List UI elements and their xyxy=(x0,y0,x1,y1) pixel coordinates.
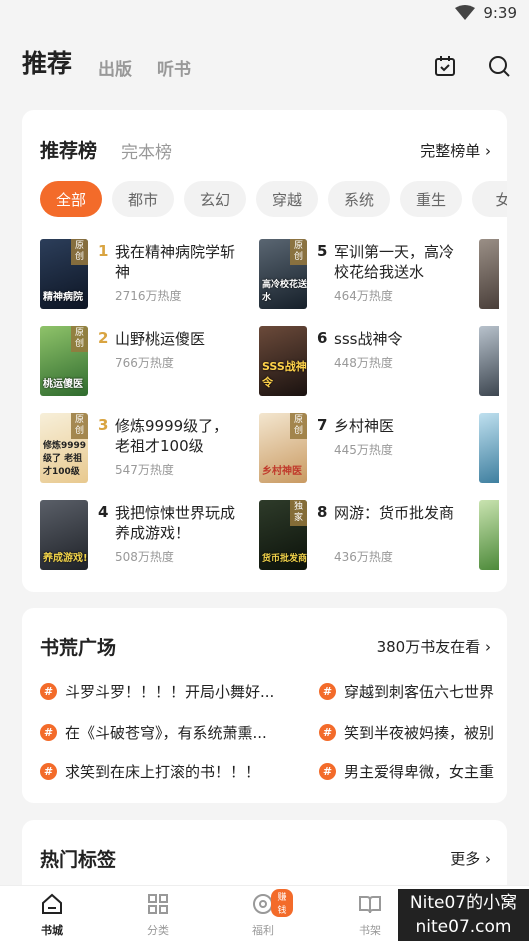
grid-icon xyxy=(148,894,168,914)
chip-all[interactable]: 全部 xyxy=(40,181,102,217)
nav-welfare[interactable]: 赚钱 福利 xyxy=(233,889,293,938)
book-item[interactable]: 原创 精神病院 1 我在精神病院学斩神 2716万热度 xyxy=(40,239,250,311)
book-cover: 原创 精神病院 xyxy=(40,239,88,309)
chevron-right-icon: › xyxy=(485,638,491,656)
full-ranking-link[interactable]: 完整榜单 › xyxy=(420,140,491,161)
book-cover: SSS战神令 xyxy=(259,326,307,396)
topic-item[interactable]: # 在《斗破苍穹》，有系统萧熏... xyxy=(40,721,280,743)
book-title: 我把惊悚世界玩成养成游戏！ xyxy=(115,504,236,542)
book-title: sss战神令 xyxy=(334,330,403,348)
chip-city[interactable]: 都市 xyxy=(112,181,174,217)
book-item[interactable]: 原创 桃运傻医 2 山野桃运傻医 766万热度 xyxy=(40,326,250,398)
hashtag-icon: # xyxy=(40,762,57,780)
book-cover-peek[interactable] xyxy=(479,413,499,483)
book-heat: 448万热度 xyxy=(334,356,393,370)
book-title: 我在精神病院学斩神 xyxy=(115,243,236,281)
rank-number: 7 xyxy=(317,416,328,434)
book-title: 军训第一天，高冷校花给我送水 xyxy=(334,243,455,281)
chip-female[interactable]: 女 xyxy=(472,181,507,217)
chip-rebirth[interactable]: 重生 xyxy=(400,181,462,217)
book-cover: 独家 货币批发商 xyxy=(259,500,307,570)
book-title: 山野桃运傻医 xyxy=(115,330,206,348)
book-heat: 766万热度 xyxy=(115,356,174,370)
book-cover: 原创 乡村神医 xyxy=(259,413,307,483)
book-heat: 547万热度 xyxy=(115,463,174,477)
square-more-link[interactable]: 380万书友在看 › xyxy=(377,636,491,657)
rank-number: 5 xyxy=(317,242,328,260)
rank-number: 3 xyxy=(98,416,109,434)
rank-number: 6 xyxy=(317,329,328,347)
book-title: 乡村神医 xyxy=(334,417,395,435)
rank-number: 1 xyxy=(98,242,109,260)
book-square-card: 书荒广场 380万书友在看 › # 斗罗斗罗！！！！开局小舞好... # 穿越到刺客… xyxy=(22,608,507,803)
category-chips: 全部 都市 玄幻 穿越 系统 重生 女 xyxy=(40,181,507,217)
book-cover: 养成游戏! xyxy=(40,500,88,570)
rank-number: 4 xyxy=(98,503,109,521)
tab-recommend-rank[interactable]: 推荐榜 xyxy=(40,136,97,163)
book-cover: 原创 桃运傻医 xyxy=(40,326,88,396)
topic-item[interactable]: # 斗罗斗罗！！！！开局小舞好... xyxy=(40,680,280,702)
hashtag-icon: # xyxy=(319,762,336,780)
book-open-icon xyxy=(359,896,381,914)
book-heat: 464万热度 xyxy=(334,289,393,303)
topic-item[interactable]: # 男主爱得卑微，女主重 xyxy=(319,760,507,782)
topic-item[interactable]: # 穿越到刺客伍六七世界 xyxy=(319,680,507,702)
chip-fantasy[interactable]: 玄幻 xyxy=(184,181,246,217)
rank-number: 2 xyxy=(98,329,109,347)
book-cover: 原创 高冷校花送水 xyxy=(259,239,307,309)
top-header: 推荐 出版 听书 xyxy=(22,44,511,88)
status-bar: 9:39 xyxy=(0,0,529,30)
hashtag-icon: # xyxy=(40,682,57,700)
book-cover-peek[interactable] xyxy=(479,326,499,396)
book-title: 修炼9999级了，老祖才100级 xyxy=(115,417,229,455)
square-title: 书荒广场 xyxy=(40,637,117,659)
watermark: Nite07的小窝 nite07.com xyxy=(398,889,529,941)
book-item[interactable]: 原创 乡村神医 7 乡村神医 445万热度 xyxy=(259,413,469,485)
chevron-right-icon: › xyxy=(485,850,491,868)
search-icon[interactable] xyxy=(487,54,511,78)
book-cover-peek[interactable] xyxy=(479,239,499,309)
tab-complete-rank[interactable]: 完本榜 xyxy=(121,138,172,163)
nav-bookshelf[interactable]: 书架 xyxy=(340,892,400,938)
hashtag-icon: # xyxy=(319,723,336,741)
earn-badge: 赚钱 xyxy=(271,889,293,917)
status-time: 9:39 xyxy=(483,4,517,22)
hashtag-icon: # xyxy=(40,723,57,741)
chip-time-travel[interactable]: 穿越 xyxy=(256,181,318,217)
ranking-card: 推荐榜 完本榜 完整榜单 › 全部 都市 玄幻 穿越 系统 重生 女 原创 精神… xyxy=(22,110,507,592)
tab-publish[interactable]: 出版 xyxy=(98,55,132,80)
tab-recommend[interactable]: 推荐 xyxy=(22,44,72,80)
book-cover: 原创 修炼9999级了 老祖才100级 xyxy=(40,413,88,483)
book-item[interactable]: 原创 修炼9999级了 老祖才100级 3 修炼9999级了，老祖才100级 5… xyxy=(40,413,250,485)
book-heat: 436万热度 xyxy=(334,550,393,564)
wifi-icon xyxy=(455,5,476,20)
nav-bookstore[interactable]: 书城 xyxy=(22,892,82,938)
calendar-check-icon[interactable] xyxy=(433,54,457,78)
book-item[interactable]: 养成游戏! 4 我把惊悚世界玩成养成游戏！ 508万热度 xyxy=(40,500,250,572)
hashtag-icon: # xyxy=(319,682,336,700)
hot-tags-title: 热门标签 xyxy=(40,849,117,871)
book-item[interactable]: 独家 货币批发商 8 网游：货币批发商 436万热度 xyxy=(259,500,469,572)
nav-category[interactable]: 分类 xyxy=(128,892,188,938)
chevron-right-icon: › xyxy=(485,142,491,160)
chip-system[interactable]: 系统 xyxy=(328,181,390,217)
book-heat: 508万热度 xyxy=(115,550,174,564)
book-title: 网游：货币批发商 xyxy=(334,504,455,522)
topic-item[interactable]: # 求笑到在床上打滚的书！！！ xyxy=(40,760,280,782)
book-heat: 2716万热度 xyxy=(115,289,182,303)
book-heat: 445万热度 xyxy=(334,443,393,457)
book-item[interactable]: SSS战神令 6 sss战神令 448万热度 xyxy=(259,326,469,398)
home-icon xyxy=(42,893,62,914)
hot-tags-more-link[interactable]: 更多 › xyxy=(450,848,491,869)
rank-number: 8 xyxy=(317,503,328,521)
topic-item[interactable]: # 笑到半夜被妈揍，被别 xyxy=(319,721,507,743)
book-item[interactable]: 原创 高冷校花送水 5 军训第一天，高冷校花给我送水 464万热度 xyxy=(259,239,469,311)
tab-audiobook[interactable]: 听书 xyxy=(157,55,191,80)
book-cover-peek[interactable] xyxy=(479,500,499,570)
